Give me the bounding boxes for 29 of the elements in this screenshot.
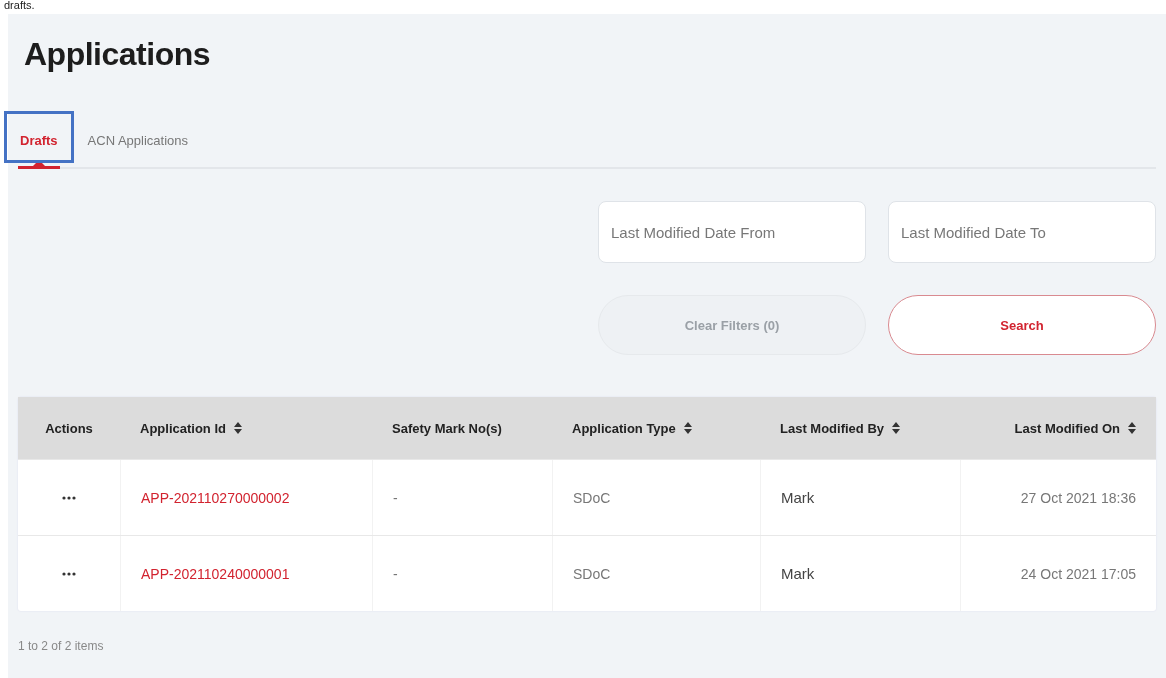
application-id-link[interactable]: APP-202110240000001 <box>141 565 290 582</box>
table-cell: - <box>393 565 398 582</box>
column-header: Actions <box>45 420 93 436</box>
date-field[interactable]: Last Modified Date To <box>888 201 1156 263</box>
pagination-summary: 1 to 2 of 2 items <box>18 639 105 653</box>
page-title: Applications <box>24 36 211 73</box>
tab-indicator-icon <box>32 160 45 166</box>
application-id-link[interactable]: APP-202110270000002 <box>141 489 290 506</box>
column-header[interactable]: Last Modified On <box>1014 420 1120 436</box>
column-header[interactable]: Last Modified By <box>780 420 884 436</box>
caption-text: drafts. <box>3 0 36 13</box>
column-header[interactable]: Application Type <box>572 420 676 436</box>
table-cell: SDoC <box>573 565 611 582</box>
sort-icon[interactable] <box>1128 422 1136 434</box>
sort-icon[interactable] <box>683 422 692 434</box>
column-header: Safety Mark No(s) <box>392 420 502 436</box>
sort-icon[interactable] <box>892 422 900 434</box>
table-cell: Mark <box>781 489 815 506</box>
table-cell: 24 Oct 2021 17:05 <box>1020 565 1136 582</box>
table-cell: SDoC <box>573 489 611 506</box>
table-cell: 27 Oct 2021 18:36 <box>1020 489 1136 506</box>
search-button[interactable]: Search <box>888 295 1156 355</box>
tab[interactable]: Drafts <box>18 127 60 167</box>
date-field[interactable]: Last Modified Date From <box>598 201 866 263</box>
table-cell: Mark <box>781 565 815 582</box>
column-header[interactable]: Application Id <box>140 420 226 436</box>
table-cell: - <box>393 489 398 506</box>
sort-icon[interactable] <box>233 422 242 434</box>
tab[interactable]: ACN Applications <box>85 127 191 167</box>
